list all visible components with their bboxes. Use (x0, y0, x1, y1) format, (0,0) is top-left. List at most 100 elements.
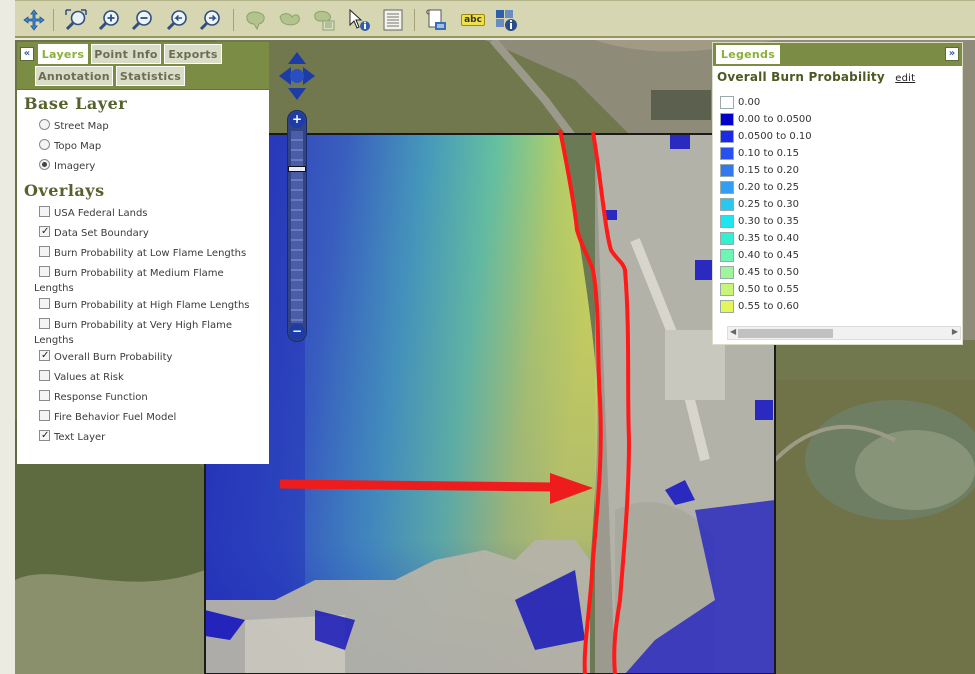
map-info-icon[interactable] (493, 7, 519, 33)
overlay-burn-very-high[interactable]: Burn Probability at Very High Flame Leng… (24, 316, 263, 348)
overlay-text-layer[interactable]: Text Layer (24, 428, 263, 448)
checkbox-burn-medium[interactable] (39, 266, 50, 277)
overlay-label: Burn Probability at Low Flame Lengths (54, 248, 247, 259)
overlay-burn-high[interactable]: Burn Probability at High Flame Lengths (24, 296, 263, 316)
overlay-label: Fire Behavior Fuel Model (54, 412, 177, 423)
pan-control[interactable] (279, 52, 315, 100)
legend-item: 0.55 to 0.60 (713, 300, 962, 317)
legend-item-label: 0.45 to 0.50 (738, 267, 799, 278)
label-text-glyph: abc (461, 14, 485, 26)
legend-item: 0.40 to 0.45 (713, 249, 962, 266)
label-text-icon[interactable]: abc (458, 7, 488, 33)
zoom-out-icon[interactable] (129, 7, 155, 33)
tab-statistics[interactable]: Statistics (116, 66, 185, 86)
scroll-thumb[interactable] (738, 329, 833, 338)
overlay-label: Text Layer (54, 432, 106, 443)
radio-street-map[interactable] (39, 119, 50, 130)
checkbox-usa-federal-lands[interactable] (39, 206, 50, 217)
checkbox-values-at-risk[interactable] (39, 370, 50, 381)
scroll-right-icon[interactable]: ▶ (952, 327, 958, 336)
attribute-table-icon[interactable] (380, 7, 406, 33)
legend-item: 0.30 to 0.35 (713, 215, 962, 232)
tab-layers[interactable]: Layers (38, 44, 88, 64)
legend-item-label: 0.00 (738, 97, 761, 108)
overlay-usa-federal-lands[interactable]: USA Federal Lands (24, 204, 263, 224)
layers-content: Base Layer Street Map Topo Map Imagery O… (17, 90, 269, 448)
zoom-out-button[interactable]: − (289, 324, 305, 340)
overlay-burn-medium[interactable]: Burn Probability at Medium Flame Lengths (24, 264, 263, 296)
zoom-handle[interactable] (288, 166, 306, 172)
radio-topo-map[interactable] (39, 139, 50, 150)
legend-item: 0.00 to 0.0500 (713, 113, 962, 130)
tab-point-info[interactable]: Point Info (91, 44, 161, 64)
legend-item-label: 0.0500 to 0.10 (738, 131, 812, 142)
legend-swatch (720, 215, 734, 228)
tab-exports[interactable]: Exports (164, 44, 222, 64)
legend-swatch (720, 164, 734, 177)
legend-item-label: 0.50 to 0.55 (738, 284, 799, 295)
select-lasso-icon[interactable] (277, 7, 303, 33)
legend-item-label: 0.00 to 0.0500 (738, 114, 812, 125)
overlay-label: USA Federal Lands (54, 208, 148, 219)
checkbox-overall-burn-probability[interactable] (39, 348, 50, 363)
legend-swatch (720, 147, 734, 160)
legend-item-label: 0.35 to 0.40 (738, 233, 799, 244)
overlay-burn-low[interactable]: Burn Probability at Low Flame Lengths (24, 244, 263, 264)
overlay-label: Values at Risk (54, 372, 124, 383)
zoom-slider[interactable]: + − (287, 110, 307, 342)
tab-legends[interactable]: Legends (716, 45, 780, 64)
overlay-data-set-boundary[interactable]: Data Set Boundary (24, 224, 263, 244)
legend-edit-link[interactable]: edit (895, 73, 915, 84)
panel-tabs: « Layers Point Info Exports Annotation S… (17, 42, 269, 90)
checkbox-fire-behavior-fuel-model[interactable] (39, 410, 50, 421)
overlay-label: Burn Probability at High Flame Lengths (54, 300, 250, 311)
legend-swatch (720, 113, 734, 126)
tab-annotation[interactable]: Annotation (35, 66, 113, 86)
legend-panel: Legends » Overall Burn Probability edit … (712, 42, 963, 345)
base-layer-street-map[interactable]: Street Map (24, 117, 263, 137)
base-layer-imagery[interactable]: Imagery (24, 157, 263, 177)
zoom-next-icon[interactable] (197, 7, 223, 33)
overlay-values-at-risk[interactable]: Values at Risk (24, 368, 263, 388)
legend-item: 0.20 to 0.25 (713, 181, 962, 198)
legend-item-label: 0.30 to 0.35 (738, 216, 799, 227)
identify-icon[interactable] (346, 7, 372, 33)
expand-legend-button[interactable]: » (945, 47, 959, 61)
clear-selection-icon[interactable] (311, 7, 337, 33)
base-layer-topo-map[interactable]: Topo Map (24, 137, 263, 157)
collapse-panel-button[interactable]: « (20, 47, 34, 61)
zoom-in-icon[interactable] (96, 7, 122, 33)
scroll-left-icon[interactable]: ◀ (730, 327, 736, 336)
zoom-in-button[interactable]: + (289, 112, 305, 128)
legend-item: 0.00 (713, 96, 962, 113)
legend-item: 0.35 to 0.40 (713, 232, 962, 249)
legend-item: 0.25 to 0.30 (713, 198, 962, 215)
checkbox-response-function[interactable] (39, 390, 50, 401)
map-toolbar: abc (15, 0, 975, 38)
zoom-extent-icon[interactable] (63, 7, 89, 33)
base-layer-label: Imagery (54, 161, 96, 172)
checkbox-data-set-boundary[interactable] (39, 224, 50, 239)
zoom-ticks (291, 131, 303, 323)
overlay-label: Overall Burn Probability (54, 352, 173, 363)
overlay-overall-burn-probability[interactable]: Overall Burn Probability (24, 348, 263, 368)
legend-item: 0.50 to 0.55 (713, 283, 962, 300)
select-polygon-icon[interactable] (243, 7, 269, 33)
legend-swatch (720, 232, 734, 245)
legend-tabs: Legends » (713, 43, 962, 66)
overlay-label: Burn Probability at Medium Flame Lengths (34, 268, 224, 294)
overlay-response-function[interactable]: Response Function (24, 388, 263, 408)
base-layer-label: Street Map (54, 121, 109, 132)
legend-horizontal-scrollbar[interactable]: ◀ ▶ (727, 326, 961, 340)
checkbox-burn-low[interactable] (39, 246, 50, 257)
checkbox-burn-high[interactable] (39, 298, 50, 309)
print-icon[interactable] (423, 7, 449, 33)
checkbox-text-layer[interactable] (39, 428, 50, 443)
pan-icon[interactable] (21, 7, 47, 33)
checkbox-burn-very-high[interactable] (39, 318, 50, 329)
legend-swatch (720, 181, 734, 194)
overlay-fire-behavior-fuel-model[interactable]: Fire Behavior Fuel Model (24, 408, 263, 428)
radio-imagery[interactable] (39, 159, 50, 170)
layers-panel: « Layers Point Info Exports Annotation S… (17, 42, 269, 464)
zoom-previous-icon[interactable] (164, 7, 190, 33)
